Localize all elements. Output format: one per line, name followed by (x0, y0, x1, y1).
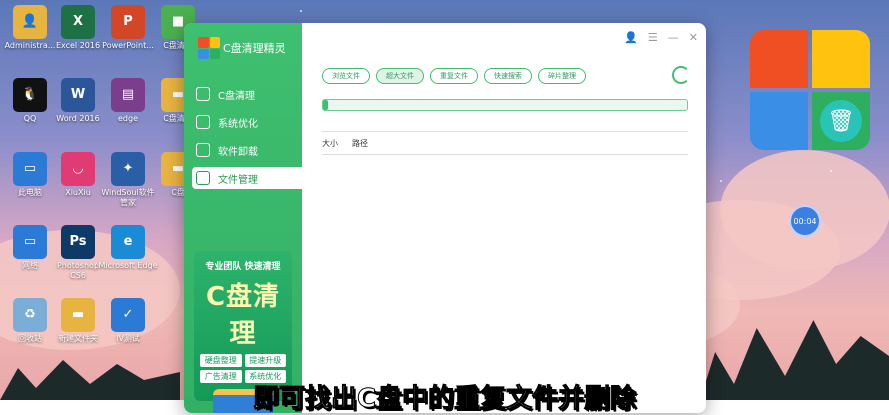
file-tabs: 浏览文件 超大文件 重复文件 快速搜索 碎片整理 (322, 68, 586, 84)
promo-headline: C盘清理 (205, 282, 281, 349)
app-icon: ◡ (61, 152, 95, 186)
nav-label: 软件卸载 (218, 146, 258, 158)
app-icon: W (61, 78, 95, 112)
nav-label: C盘清理 (218, 90, 255, 102)
refresh-icon[interactable] (672, 66, 690, 84)
app-icon: ▭ (13, 225, 47, 259)
minimize-button[interactable]: — (668, 31, 679, 44)
app-icon: ▭ (13, 152, 47, 186)
main-panel: 👤 ☰ — ✕ 浏览文件 超大文件 重复文件 快速搜索 碎片整理 大小 路径 (310, 23, 706, 413)
folder-icon (196, 171, 210, 185)
app-icon: ▤ (111, 78, 145, 112)
app-icon: ✦ (111, 152, 145, 186)
app-title: C盘清理精灵 (223, 42, 286, 55)
app-logo: C盘清理精灵 (198, 37, 286, 59)
tab-defragment[interactable]: 碎片整理 (538, 68, 586, 84)
trash-icon: 🗑 (820, 100, 862, 142)
rocket-icon (196, 115, 210, 129)
scan-progress-bar (322, 99, 688, 111)
app-icon: 👤 (13, 5, 47, 39)
nav-label: 系统优化 (218, 118, 258, 130)
nav-item-c-drive-clean[interactable]: C盘清理 (192, 83, 302, 105)
video-caption: 即可找出C盘中的重复文件并删除 (252, 384, 637, 415)
tab-duplicate-files[interactable]: 重复文件 (430, 68, 478, 84)
desktop-icon[interactable]: ✓ IV测试 (98, 298, 158, 344)
app-icon: X (61, 5, 95, 39)
sidebar: C盘清理精灵 C盘清理 系统优化 软件卸载 文件管理 专业团队 快速清理 C盘清… (184, 23, 302, 413)
desktop-icon-label: Microsoft Edge (98, 261, 158, 270)
desktop-icon-label: IV测试 (116, 334, 140, 343)
app-icon: e (111, 225, 145, 259)
app-icon: 🐧 (13, 78, 47, 112)
results-table-header: 大小 路径 (322, 131, 688, 155)
tab-large-files[interactable]: 超大文件 (376, 68, 424, 84)
app-logo-icon (198, 37, 220, 59)
broom-icon (196, 87, 210, 101)
package-icon (196, 143, 210, 157)
progress-fill (323, 100, 329, 110)
promo-tag: 硬盘整理 (200, 354, 242, 367)
app-icon: Ps (61, 225, 95, 259)
app-icon: P (111, 5, 145, 39)
app-window: C盘清理精灵 C盘清理 系统优化 软件卸载 文件管理 专业团队 快速清理 C盘清… (184, 23, 706, 413)
column-path[interactable]: 路径 (352, 138, 368, 149)
c-drive-cleaner-logo: 🗑 (750, 30, 870, 150)
column-size[interactable]: 大小 (322, 138, 338, 149)
user-icon[interactable]: 👤 (624, 31, 638, 44)
nav-item-uninstall[interactable]: 软件卸载 (192, 139, 302, 161)
app-icon: ▬ (61, 298, 95, 332)
menu-icon[interactable]: ☰ (648, 31, 658, 44)
nav-item-file-manager[interactable]: 文件管理 (192, 167, 302, 189)
nav-item-system-optimize[interactable]: 系统优化 (192, 111, 302, 133)
app-icon: ♻ (13, 298, 47, 332)
nav-label: 文件管理 (218, 174, 258, 186)
tab-browse-files[interactable]: 浏览文件 (322, 68, 370, 84)
recording-timer[interactable]: 00:04 (789, 205, 821, 237)
window-controls: 👤 ☰ — ✕ (624, 31, 698, 44)
tab-quick-search[interactable]: 快速搜索 (484, 68, 532, 84)
desktop-icon[interactable]: e Microsoft Edge (98, 225, 158, 271)
close-icon[interactable]: ✕ (689, 31, 698, 44)
promo-tag: 提速升级 (244, 354, 286, 367)
app-icon: ✓ (111, 298, 145, 332)
promo-tagline: 专业团队 快速清理 (205, 262, 281, 272)
